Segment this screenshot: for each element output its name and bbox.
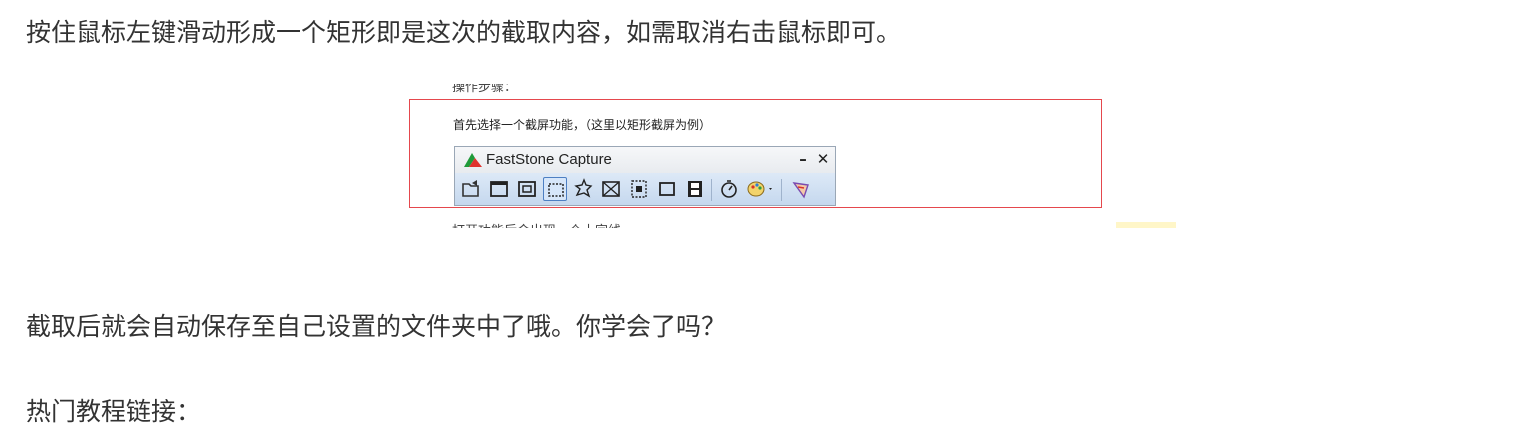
cut-off-next-step: 打开功能后会出现一个十字线 bbox=[452, 220, 621, 228]
toolbar-separator bbox=[781, 179, 782, 201]
capture-fixed-region-icon[interactable] bbox=[655, 177, 679, 201]
faststone-logo-icon bbox=[464, 153, 482, 167]
capture-window-icon[interactable] bbox=[487, 177, 511, 201]
capture-object-icon[interactable] bbox=[515, 177, 539, 201]
toolbar-separator bbox=[711, 179, 712, 201]
capture-freehand-icon[interactable] bbox=[571, 177, 595, 201]
faststone-window-title: FastStone Capture bbox=[486, 151, 612, 168]
capture-rectangle-icon[interactable] bbox=[543, 177, 567, 201]
tutorial-screenshot: 操作步骤： 首先选择一个截屏功能，（这里以矩形截屏为例） FastStone C… bbox=[408, 84, 1178, 228]
output-destination-icon[interactable] bbox=[745, 177, 777, 201]
paragraph-auto-save: 截取后就会自动保存至自己设置的文件夹中了哦。你学会了吗？ bbox=[26, 312, 727, 341]
capture-scrolling-icon[interactable] bbox=[627, 177, 651, 201]
settings-icon[interactable] bbox=[789, 177, 813, 201]
screen-recorder-icon[interactable] bbox=[683, 177, 707, 201]
cut-off-step-heading: 操作步骤： bbox=[452, 84, 518, 95]
cut-off-yellow-mark bbox=[1116, 222, 1176, 228]
capture-fullscreen-icon[interactable] bbox=[599, 177, 623, 201]
faststone-title-bar: FastStone Capture – ✕ bbox=[455, 147, 835, 174]
open-folder-icon[interactable] bbox=[459, 177, 483, 201]
hot-tutorials-heading: 热门教程链接： bbox=[26, 397, 202, 426]
close-button[interactable]: ✕ bbox=[815, 149, 831, 169]
screenshot-instruction-text: 首先选择一个截屏功能，（这里以矩形截屏为例） bbox=[453, 118, 712, 132]
faststone-toolbar bbox=[455, 173, 835, 205]
faststone-capture-window: FastStone Capture – ✕ bbox=[454, 146, 836, 206]
delay-timer-icon[interactable] bbox=[717, 177, 741, 201]
paragraph-capture-instruction: 按住鼠标左键滑动形成一个矩形即是这次的截取内容，如需取消右击鼠标即可。 bbox=[26, 18, 902, 47]
minimize-button[interactable]: – bbox=[795, 149, 811, 169]
